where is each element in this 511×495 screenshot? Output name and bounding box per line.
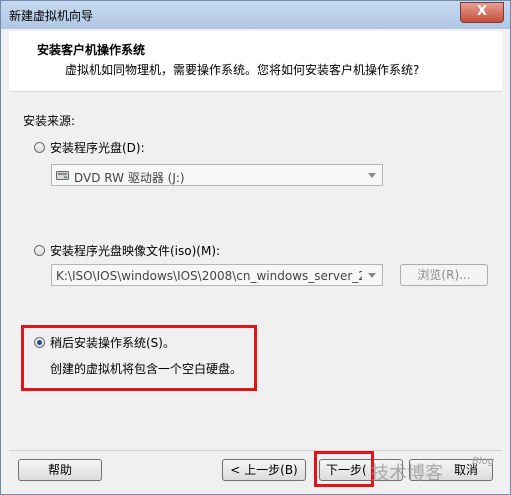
- browse-button[interactable]: 浏览(R)...: [400, 264, 488, 286]
- radio-install-later[interactable]: [34, 337, 45, 348]
- watermark-text: 技术博客: [371, 463, 443, 484]
- window-title: 新建虚拟机向导: [9, 9, 94, 23]
- radio-install-disc[interactable]: [34, 142, 45, 153]
- highlight-box-next: [314, 451, 374, 487]
- watermark-small-text: Blog: [472, 456, 495, 467]
- back-button[interactable]: < 上一步(B): [222, 459, 306, 481]
- title-bar: 新建虚拟机向导 X: [1, 1, 510, 29]
- disc-drive-icon: [56, 171, 69, 180]
- help-button[interactable]: 帮助: [18, 459, 102, 481]
- close-button[interactable]: X: [460, 2, 504, 23]
- wizard-header: 安装客户机操作系统 虚拟机如同物理机，需要操作系统。您将如何安装客户机操作系统?: [9, 31, 502, 92]
- wizard-footer: 帮助 < 上一步(B) 下一步( 取消 技术博客 Blog: [9, 450, 502, 491]
- page-title: 安装客户机操作系统: [37, 43, 146, 57]
- radio-install-iso-label[interactable]: 安装程序光盘映像文件(iso)(M):: [50, 242, 220, 259]
- iso-path-value: K:\ISO\IOS\windows\IOS\2008\cn_windows_s…: [56, 269, 362, 283]
- chevron-down-icon: [368, 173, 376, 178]
- page-subtitle: 虚拟机如同物理机，需要操作系统。您将如何安装客户机操作系统?: [65, 63, 420, 77]
- chevron-down-icon: [368, 273, 376, 278]
- install-later-description: 创建的虚拟机将包含一个空白硬盘。: [50, 362, 243, 376]
- radio-install-iso[interactable]: [34, 245, 45, 256]
- disc-drive-select[interactable]: DVD RW 驱动器 (J:): [51, 164, 383, 186]
- wizard-content: 安装来源: 安装程序光盘(D): DVD RW 驱动器 (J:) 安装程序光盘映…: [9, 92, 502, 449]
- disc-drive-value: DVD RW 驱动器 (J:): [74, 171, 185, 185]
- install-source-label: 安装来源:: [23, 114, 76, 128]
- iso-path-input[interactable]: K:\ISO\IOS\windows\IOS\2008\cn_windows_s…: [51, 264, 383, 286]
- radio-install-later-label[interactable]: 稍后安装操作系统(S)。: [50, 334, 175, 351]
- wizard-window: 新建虚拟机向导 X 安装客户机操作系统 虚拟机如同物理机，需要操作系统。您将如何…: [0, 0, 511, 495]
- radio-install-disc-label[interactable]: 安装程序光盘(D):: [50, 139, 145, 156]
